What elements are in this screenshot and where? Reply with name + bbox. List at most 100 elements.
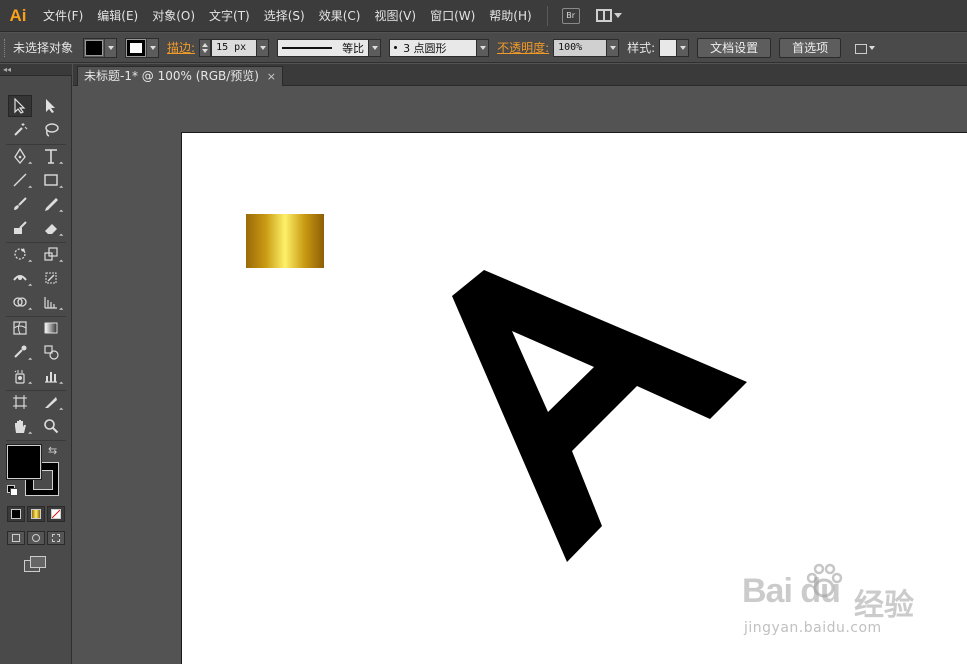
paintbrush-icon — [14, 197, 27, 210]
stroke-color-dropdown[interactable] — [125, 37, 160, 58]
pen-tool[interactable] — [8, 145, 33, 167]
default-fill-stroke-icon[interactable] — [7, 485, 18, 496]
menu-bar: Ai 文件(F) 编辑(E) 对象(O) 文字(T) 选择(S) 效果(C) 视… — [0, 0, 967, 32]
blob-brush-tool[interactable] — [8, 217, 32, 239]
bridge-button[interactable]: Br — [561, 7, 580, 24]
brush-definition: 3 点圆形 — [389, 38, 490, 57]
menu-effect[interactable]: 效果(C) — [312, 0, 368, 32]
type-tool[interactable] — [39, 145, 64, 167]
stroke-weight-stepper[interactable] — [199, 38, 212, 57]
paw-icon — [806, 563, 843, 598]
draw-behind-icon — [32, 534, 40, 542]
eraser-tool[interactable] — [39, 217, 64, 239]
none-mode-button[interactable] — [47, 506, 65, 522]
width-icon — [13, 275, 27, 281]
opacity-dropdown[interactable] — [607, 38, 620, 57]
brush-label: 3 点圆形 — [403, 41, 447, 55]
close-icon[interactable]: × — [267, 67, 276, 86]
menu-view[interactable]: 视图(V) — [367, 0, 423, 32]
draw-inside-button[interactable] — [47, 531, 65, 545]
lasso-tool[interactable] — [39, 119, 63, 141]
swap-fill-stroke-icon[interactable]: ⇆ — [48, 444, 57, 457]
menu-edit[interactable]: 编辑(E) — [90, 0, 145, 32]
color-mode-button[interactable] — [7, 506, 25, 522]
type-icon — [45, 149, 57, 164]
paintbrush-tool[interactable] — [8, 193, 32, 215]
align-icon — [853, 42, 868, 54]
panel-grip[interactable] — [4, 38, 7, 57]
magic-wand-tool[interactable] — [8, 119, 32, 141]
chevron-down-icon — [107, 45, 114, 50]
zoom-tool[interactable] — [39, 415, 63, 437]
align-menu[interactable] — [849, 42, 876, 54]
width-tool[interactable] — [8, 267, 33, 289]
workspace-switcher[interactable] — [595, 9, 622, 22]
draw-normal-button[interactable] — [7, 531, 25, 545]
eraser-icon — [45, 224, 57, 234]
gradient-swatch-icon — [31, 509, 41, 519]
style-label: 样式: — [627, 41, 656, 55]
perspective-grid-tool[interactable] — [39, 291, 64, 313]
direct-selection-tool[interactable] — [39, 95, 63, 117]
stroke-profile-field[interactable]: 等比 — [277, 38, 370, 57]
selection-tool[interactable] — [8, 95, 32, 117]
preferences-button[interactable]: 首选项 — [779, 37, 842, 58]
rotate-tool[interactable] — [8, 243, 33, 265]
artboard-tool[interactable] — [8, 391, 32, 413]
fill-color-dropdown[interactable] — [83, 37, 118, 58]
document-tab[interactable]: 未标题-1* @ 100% (RGB/预览) × — [77, 66, 283, 86]
draw-normal-icon — [12, 534, 20, 542]
selection-status: 未选择对象 — [13, 41, 74, 55]
shape-builder-tool[interactable] — [8, 291, 33, 313]
control-bar: 未选择对象 描边: 15 px 等比 3 点圆形 不透明度: 100% 样式: — [0, 33, 967, 63]
graphic-style-swatch[interactable] — [659, 38, 678, 57]
opacity-panel-link[interactable]: 不透明度: — [497, 39, 549, 56]
chevron-down-icon — [371, 45, 378, 50]
menu-object[interactable]: 对象(O) — [145, 0, 202, 32]
brush-dropdown[interactable] — [477, 38, 490, 57]
eyedropper-tool[interactable] — [8, 341, 33, 363]
brush-field[interactable]: 3 点圆形 — [389, 38, 478, 57]
menu-window[interactable]: 窗口(W) — [423, 0, 482, 32]
symbol-sprayer-tool[interactable] — [8, 365, 33, 387]
rectangle-tool[interactable] — [39, 169, 64, 191]
pencil-tool[interactable] — [39, 193, 64, 215]
chevron-down-icon — [479, 45, 486, 50]
gradient-tool[interactable] — [39, 317, 63, 339]
opacity-input[interactable]: 100% — [553, 38, 608, 57]
menu-select[interactable]: 选择(S) — [257, 0, 312, 32]
letter-a-shape[interactable] — [452, 270, 747, 562]
hand-tool[interactable] — [8, 415, 33, 437]
selection-arrow-icon — [14, 98, 26, 114]
arrow-down-icon — [202, 48, 209, 53]
column-graph-tool[interactable] — [39, 365, 64, 387]
chevron-down-icon — [149, 45, 156, 50]
tools-panel-header[interactable]: ◂◂ — [0, 64, 72, 76]
column-graph-icon — [45, 372, 57, 383]
eyedropper-icon — [14, 345, 27, 358]
menu-type[interactable]: 文字(T) — [202, 0, 257, 32]
stroke-weight-input[interactable]: 15 px — [211, 38, 258, 57]
menu-file[interactable]: 文件(F) — [36, 0, 90, 32]
stroke-weight-dropdown[interactable] — [257, 38, 270, 57]
shape-builder-icon — [13, 297, 27, 307]
screen-mode-icon[interactable] — [24, 556, 46, 572]
menu-help[interactable]: 帮助(H) — [482, 0, 538, 32]
stroke-profile-dropdown[interactable] — [369, 38, 382, 57]
scale-tool[interactable] — [39, 243, 64, 265]
mesh-tool[interactable] — [8, 317, 32, 339]
gradient-mode-button[interactable] — [27, 506, 45, 522]
draw-behind-button[interactable] — [27, 531, 45, 545]
free-transform-tool[interactable] — [39, 267, 63, 289]
slice-tool[interactable] — [39, 391, 64, 413]
line-segment-tool[interactable] — [8, 169, 33, 191]
free-transform-icon — [45, 272, 57, 284]
fill-color-box[interactable] — [6, 444, 42, 480]
stroke-panel-link[interactable]: 描边: — [167, 39, 195, 56]
blend-tool[interactable] — [39, 341, 63, 363]
rotate-icon — [14, 248, 26, 260]
document-setup-button[interactable]: 文档设置 — [697, 37, 772, 58]
graphic-style-dropdown[interactable] — [677, 38, 690, 57]
stroke-weight-control: 15 px — [199, 38, 270, 58]
watermark-brand: 经验 — [854, 588, 914, 623]
